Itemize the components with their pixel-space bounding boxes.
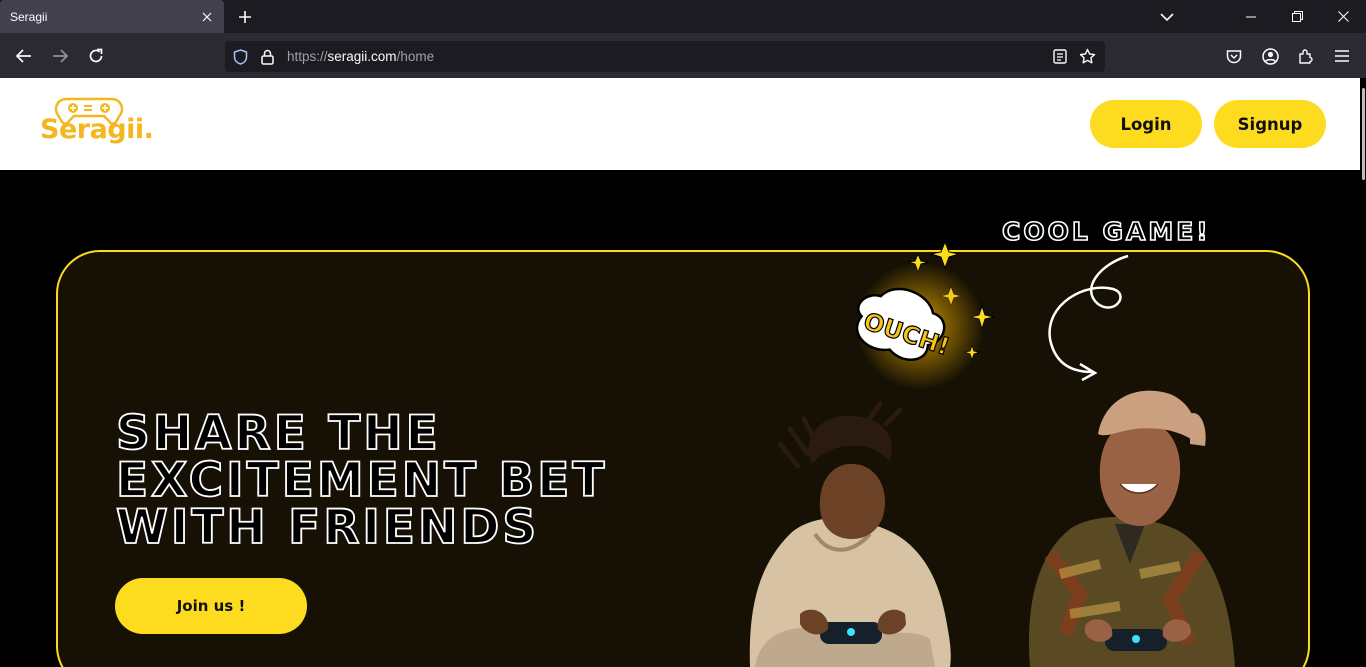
hero-title-line2: EXCITEMENT BET: [115, 453, 608, 508]
page-scrollbar[interactable]: [1360, 78, 1366, 667]
back-arrow-icon[interactable]: [11, 43, 37, 69]
scrollbar-thumb[interactable]: [1362, 88, 1365, 180]
pocket-icon[interactable]: [1223, 45, 1245, 67]
site-header: Seragii. Login Signup: [0, 78, 1360, 170]
extensions-icon[interactable]: [1295, 45, 1317, 67]
signup-button[interactable]: Signup: [1214, 100, 1326, 148]
list-all-tabs-icon[interactable]: [1156, 6, 1178, 28]
browser-tab[interactable]: Seragii: [0, 0, 224, 33]
browser-tab-bar: Seragii: [0, 0, 1366, 33]
logo-text: Seragii.: [40, 114, 154, 145]
new-tab-icon[interactable]: [234, 6, 256, 28]
curly-arrow: [1048, 254, 1129, 374]
hero-title: SHARE THE EXCITEMENT BET WITH FRIENDS: [115, 406, 736, 555]
restore-icon[interactable]: [1274, 0, 1320, 33]
tab-close-icon[interactable]: [200, 10, 214, 24]
account-icon[interactable]: [1259, 45, 1281, 67]
page-viewport: Seragii. Login Signup COOL GAME! SHARE T…: [0, 78, 1366, 667]
gamers-illustration: OUCH!: [749, 240, 1235, 667]
reader-view-icon[interactable]: [1053, 49, 1067, 69]
url-text: https://seragii.com/home: [287, 49, 435, 64]
bookmark-star-icon[interactable]: [1079, 48, 1096, 70]
tracking-shield-icon[interactable]: [233, 49, 248, 70]
site-logo[interactable]: Seragii.: [40, 94, 154, 154]
login-button[interactable]: Login: [1090, 100, 1202, 148]
window-close-icon[interactable]: [1320, 0, 1366, 33]
browser-nav-bar: https://seragii.com/home: [0, 33, 1366, 78]
address-bar[interactable]: https://seragii.com/home: [225, 41, 1105, 72]
minimize-icon[interactable]: [1228, 0, 1274, 33]
hamburger-menu-icon[interactable]: [1331, 45, 1353, 67]
lock-icon[interactable]: [261, 49, 274, 70]
forward-arrow-icon[interactable]: [47, 43, 73, 69]
reload-icon[interactable]: [83, 43, 109, 69]
gamer-right: [1028, 390, 1235, 667]
join-us-button[interactable]: Join us !: [115, 578, 307, 634]
gamer-left: [749, 401, 951, 667]
hero-title-line1: SHARE THE: [115, 406, 441, 461]
tab-title: Seragii: [10, 9, 48, 24]
hero-title-line3: WITH FRIENDS: [115, 500, 540, 555]
